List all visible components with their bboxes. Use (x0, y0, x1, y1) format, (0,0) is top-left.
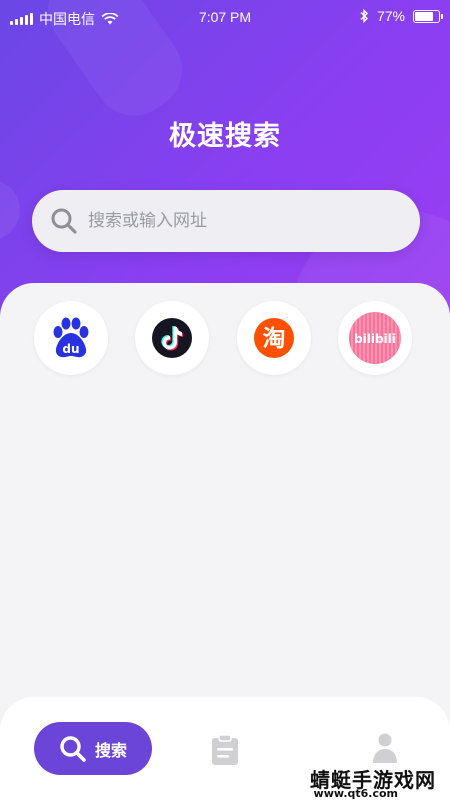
watermark-url: www.qt6.com (313, 787, 398, 800)
shortcut-douyin[interactable] (135, 301, 210, 375)
search-bar[interactable] (32, 190, 420, 252)
decoration-circle (0, 180, 20, 240)
content-panel: du 淘 bilibili (0, 283, 450, 703)
status-right: 77% (360, 8, 443, 24)
shortcut-bilibili[interactable]: bilibili (337, 301, 412, 375)
user-icon (373, 733, 397, 763)
taobao-glyph: 淘 (262, 325, 285, 352)
header-background: 中国电信 7:07 PM 77% 极速搜索 (0, 0, 450, 330)
tiktok-note-icon (152, 318, 193, 358)
shortcut-baidu[interactable]: du (34, 301, 108, 375)
battery-fill (415, 11, 433, 21)
taobao-icon: 淘 (253, 318, 294, 358)
status-bar: 中国电信 7:07 PM 77% (0, 0, 450, 34)
nav-search-label: 搜索 (94, 740, 127, 760)
baidu-paw-icon: du (53, 317, 89, 358)
battery-percent: 77% (376, 8, 405, 24)
search-icon (60, 735, 86, 762)
app-title: 极速搜索 (169, 121, 281, 152)
nav-clipboard-button[interactable] (211, 734, 239, 769)
shortcut-list: du 淘 bilibili (0, 301, 450, 375)
search-icon (51, 208, 77, 234)
shortcut-taobao[interactable]: 淘 (236, 301, 311, 375)
battery-icon (413, 9, 443, 23)
nav-search-button[interactable]: 搜索 (34, 722, 152, 775)
clipboard-icon (212, 734, 238, 765)
baidu-glyph: du (62, 342, 79, 356)
search-input[interactable] (88, 211, 388, 231)
bilibili-icon: bilibili (348, 312, 401, 364)
bilibili-glyph: bilibili (354, 332, 396, 346)
bluetooth-icon (360, 9, 368, 23)
nav-profile-button[interactable] (372, 733, 398, 767)
